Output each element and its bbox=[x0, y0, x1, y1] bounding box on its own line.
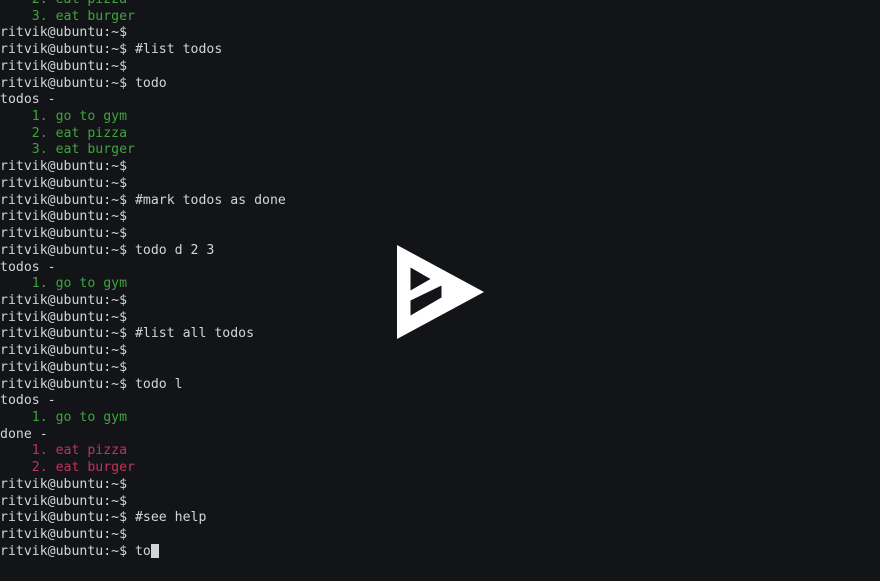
terminal-line: 2. eat pizza bbox=[0, 0, 880, 9]
terminal-text: ritvik@ubuntu:~$ todo l bbox=[0, 376, 183, 392]
terminal-line: ritvik@ubuntu:~$ bbox=[0, 477, 880, 494]
terminal-line: todos - bbox=[0, 393, 880, 410]
terminal-line: ritvik@ubuntu:~$ bbox=[0, 494, 880, 511]
terminal-text: 3. eat burger bbox=[0, 8, 135, 24]
terminal-text: ritvik@ubuntu:~$ bbox=[0, 359, 128, 375]
terminal-text: ritvik@ubuntu:~$ bbox=[0, 58, 128, 74]
terminal-text: 1. go to gym bbox=[0, 276, 128, 292]
terminal-text: ritvik@ubuntu:~$ bbox=[0, 343, 128, 359]
terminal-line: todos - bbox=[0, 92, 880, 109]
terminal-text: ritvik@ubuntu:~$ bbox=[0, 309, 128, 325]
terminal-text: ritvik@ubuntu:~$ to bbox=[0, 543, 151, 559]
terminal-line: ritvik@ubuntu:~$ #see help bbox=[0, 510, 880, 527]
play-button[interactable] bbox=[397, 245, 484, 339]
terminal-line: 1. go to gym bbox=[0, 109, 880, 126]
terminal-window: 2. eat pizza 3. eat burgerritvik@ubuntu:… bbox=[0, 0, 880, 581]
terminal-line: 2. eat pizza bbox=[0, 126, 880, 143]
terminal-text: 2. eat pizza bbox=[0, 125, 128, 141]
terminal-line: ritvik@ubuntu:~$ #list todos bbox=[0, 42, 880, 59]
terminal-text: ritvik@ubuntu:~$ #see help bbox=[0, 510, 207, 526]
terminal-line: ritvik@ubuntu:~$ bbox=[0, 25, 880, 42]
terminal-text: 3. eat burger bbox=[0, 142, 135, 158]
terminal-text: ritvik@ubuntu:~$ bbox=[0, 25, 128, 41]
terminal-text: ritvik@ubuntu:~$ todo d 2 3 bbox=[0, 242, 215, 258]
terminal-text: ritvik@ubuntu:~$ todo bbox=[0, 75, 167, 91]
terminal-text: ritvik@ubuntu:~$ bbox=[0, 476, 128, 492]
terminal-line: ritvik@ubuntu:~$ bbox=[0, 59, 880, 76]
terminal-line: 3. eat burger bbox=[0, 9, 880, 26]
terminal-text: ritvik@ubuntu:~$ bbox=[0, 209, 128, 225]
terminal-line: ritvik@ubuntu:~$ bbox=[0, 176, 880, 193]
terminal-line: ritvik@ubuntu:~$ bbox=[0, 226, 880, 243]
terminal-line: ritvik@ubuntu:~$ #mark todos as done bbox=[0, 193, 880, 210]
terminal-text: ritvik@ubuntu:~$ bbox=[0, 226, 128, 242]
terminal-text: ritvik@ubuntu:~$ bbox=[0, 159, 128, 175]
terminal-text: 1. go to gym bbox=[0, 409, 128, 425]
terminal-text: ritvik@ubuntu:~$ #list todos bbox=[0, 42, 223, 58]
terminal-line: ritvik@ubuntu:~$ bbox=[0, 527, 880, 544]
terminal-text: 2. eat burger bbox=[0, 460, 135, 476]
terminal-line: 1. go to gym bbox=[0, 410, 880, 427]
terminal-line: done - bbox=[0, 427, 880, 444]
terminal-cursor bbox=[150, 543, 159, 558]
terminal-line: ritvik@ubuntu:~$ todo bbox=[0, 76, 880, 93]
terminal-line: ritvik@ubuntu:~$ todo l bbox=[0, 377, 880, 394]
terminal-line: ritvik@ubuntu:~$ to bbox=[0, 543, 880, 561]
terminal-line: ritvik@ubuntu:~$ bbox=[0, 159, 880, 176]
terminal-text: ritvik@ubuntu:~$ bbox=[0, 292, 128, 308]
terminal-line: ritvik@ubuntu:~$ bbox=[0, 360, 880, 377]
terminal-line: ritvik@ubuntu:~$ bbox=[0, 209, 880, 226]
terminal-text: todos - bbox=[0, 92, 56, 108]
terminal-text: 2. eat pizza bbox=[0, 0, 127, 7]
terminal-text: todos - bbox=[0, 259, 56, 275]
terminal-text: 1. eat pizza bbox=[0, 443, 128, 459]
play-icon bbox=[397, 245, 484, 339]
terminal-line: 3. eat burger bbox=[0, 142, 880, 159]
terminal-text: ritvik@ubuntu:~$ bbox=[0, 527, 128, 542]
terminal-line: ritvik@ubuntu:~$ bbox=[0, 343, 880, 360]
terminal-text: ritvik@ubuntu:~$ bbox=[0, 493, 128, 509]
terminal-text: ritvik@ubuntu:~$ bbox=[0, 175, 128, 191]
terminal-text: 1. go to gym bbox=[0, 109, 128, 125]
terminal-line: 1. eat pizza bbox=[0, 443, 880, 460]
terminal-text: ritvik@ubuntu:~$ #list all todos bbox=[0, 326, 255, 342]
terminal-text: todos - bbox=[0, 393, 56, 409]
terminal-line: 2. eat burger bbox=[0, 460, 880, 477]
terminal-text: ritvik@ubuntu:~$ #mark todos as done bbox=[0, 192, 286, 208]
terminal-text: done - bbox=[0, 426, 48, 442]
